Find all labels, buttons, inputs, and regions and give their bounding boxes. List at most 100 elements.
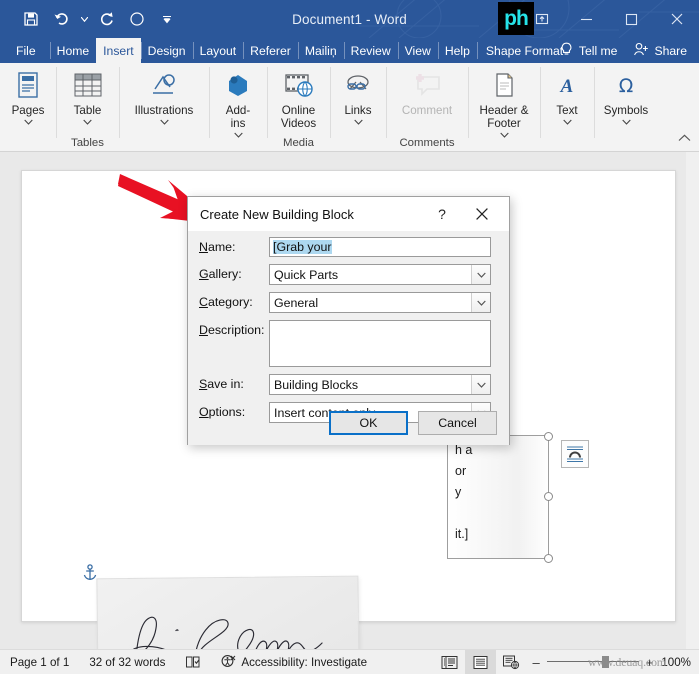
tab-label: Referer <box>250 44 291 58</box>
save-icon[interactable] <box>18 6 44 32</box>
chevron-down-icon[interactable] <box>500 131 509 139</box>
pages-icon <box>11 68 45 102</box>
ribbon-options-icon[interactable] <box>519 0 564 38</box>
zoom-out-button[interactable]: – <box>533 656 540 669</box>
minimize-icon[interactable] <box>564 0 609 38</box>
tab-design[interactable]: Design <box>141 38 193 63</box>
label-category: Category: <box>199 292 269 309</box>
web-layout-icon[interactable] <box>496 650 527 674</box>
tab-label: Home <box>57 44 90 58</box>
illustrations-icon <box>147 68 181 102</box>
vertical-scrollbar[interactable] <box>686 152 699 649</box>
zoom-level[interactable]: 100% <box>661 656 699 669</box>
zoom-slider[interactable] <box>547 656 639 668</box>
chevron-up-icon[interactable] <box>678 131 691 145</box>
online-videos-icon <box>282 68 316 102</box>
caret-down-icon[interactable] <box>154 6 180 32</box>
ok-button[interactable]: OK <box>329 411 408 435</box>
accessibility-label: Accessibility: Investigate <box>241 656 367 669</box>
name-input[interactable]: [Grab your <box>269 237 491 257</box>
maximize-icon[interactable] <box>609 0 654 38</box>
text-icon: A <box>550 68 584 102</box>
tab-referer[interactable]: Referer <box>243 38 298 63</box>
undo-icon[interactable] <box>48 6 74 32</box>
ribbon-button-symbols[interactable]: Ω Symbols <box>594 68 658 126</box>
chevron-down-icon[interactable] <box>622 118 631 126</box>
tab-file[interactable]: File <box>0 38 50 63</box>
category-dropdown[interactable]: General <box>269 292 491 313</box>
chevron-down-icon[interactable] <box>24 118 33 126</box>
undo-dropdown-icon[interactable] <box>78 6 90 32</box>
tab-label: Insert <box>103 44 133 58</box>
tab-insert[interactable]: Insert <box>96 38 140 63</box>
share-button[interactable]: Share <box>627 38 699 63</box>
close-icon[interactable] <box>463 197 501 231</box>
ribbon-button-online-videos[interactable]: Online Videos <box>267 68 330 130</box>
tab-label: Design <box>148 44 186 58</box>
save_in-dropdown[interactable]: Building Blocks <box>269 374 491 395</box>
word-count[interactable]: 32 of 32 words <box>79 650 175 674</box>
tab-mailin[interactable]: Mailiņ <box>298 38 344 63</box>
tell-me-box[interactable]: Tell me <box>550 38 628 63</box>
zoom-control[interactable]: – + <box>527 656 662 669</box>
page-indicator[interactable]: Page 1 of 1 <box>0 650 79 674</box>
ribbon-button-table[interactable]: Table <box>56 68 119 126</box>
proofing-icon[interactable] <box>175 650 211 674</box>
chevron-down-icon[interactable] <box>471 293 490 312</box>
ribbon-button-illustrations[interactable]: Illustrations <box>119 68 209 126</box>
print-layout-icon[interactable] <box>465 650 496 674</box>
tab-review[interactable]: Review <box>344 38 398 63</box>
shape-handle-top[interactable] <box>544 432 553 441</box>
zoom-in-button[interactable]: + <box>646 656 654 669</box>
zoom-slider-thumb[interactable] <box>602 656 609 668</box>
ribbon-group-illustrations: Illustrations <box>119 63 209 152</box>
window-controls <box>519 0 699 38</box>
close-icon[interactable] <box>654 0 699 38</box>
ribbon-button-add-ins[interactable]: Add- ins <box>209 68 267 139</box>
tab-label: View <box>405 44 431 58</box>
create-new-building-block-dialog: Create New Building Block ? Name:[Grab y… <box>187 196 510 445</box>
shape-handle-bottom[interactable] <box>544 554 553 563</box>
chevron-down-icon[interactable] <box>354 118 363 126</box>
tab-help[interactable]: Help <box>438 38 477 63</box>
dialog-title: Create New Building Block <box>200 207 354 222</box>
read-mode-icon[interactable] <box>434 650 465 674</box>
label-name: Name: <box>199 237 269 254</box>
control-gallery: Quick Parts <box>269 264 491 285</box>
shape-handle-middle[interactable] <box>544 492 553 501</box>
tab-label: Review <box>351 44 391 58</box>
tab-view[interactable]: View <box>398 38 438 63</box>
ribbon-button-pages[interactable]: Pages <box>0 68 56 126</box>
tab-home[interactable]: Home <box>50 38 97 63</box>
redo-icon[interactable] <box>94 6 120 32</box>
ribbon-button-header-footer[interactable]: Header & Footer <box>468 68 540 139</box>
tab-layout[interactable]: Layout <box>193 38 244 63</box>
accessibility-status[interactable]: Accessibility: Investigate <box>211 650 377 674</box>
chevron-down-icon[interactable] <box>160 118 169 126</box>
ribbon-button-text[interactable]: AText <box>540 68 594 126</box>
chevron-down-icon[interactable] <box>471 265 490 284</box>
label-options: Options: <box>199 402 269 419</box>
ribbon-button-label: Symbols <box>604 104 648 117</box>
chevron-down-icon[interactable] <box>563 118 572 126</box>
dialog-help-button[interactable]: ? <box>429 197 455 231</box>
word-application-window: Document1 - Word ph FileHomeInsertDesign… <box>0 0 699 674</box>
description-textarea[interactable] <box>269 320 491 367</box>
svg-text:Ω: Ω <box>619 75 634 97</box>
layout-options-icon[interactable] <box>561 440 589 468</box>
ribbon-button-label: Links <box>344 104 371 117</box>
chevron-down-icon[interactable] <box>471 375 490 394</box>
circle-icon[interactable] <box>124 6 150 32</box>
tab-strip-right: Tell me Share <box>550 38 699 63</box>
ribbon: PagesTableTablesIllustrationsAdd- insOnl… <box>0 63 699 152</box>
symbols-icon: Ω <box>609 68 643 102</box>
tab-label: Help <box>445 44 470 58</box>
ribbon-button-comment: Comment <box>386 68 468 117</box>
ribbon-button-links[interactable]: Links <box>330 68 386 126</box>
cancel-button[interactable]: Cancel <box>418 411 497 435</box>
gallery-dropdown[interactable]: Quick Parts <box>269 264 491 285</box>
chevron-down-icon[interactable] <box>234 131 243 139</box>
ribbon-tab-strip: File Home Insert Design Layout Referer Mailiņ… <box>0 38 699 63</box>
tab-label: File <box>16 44 36 58</box>
chevron-down-icon[interactable] <box>83 118 92 126</box>
